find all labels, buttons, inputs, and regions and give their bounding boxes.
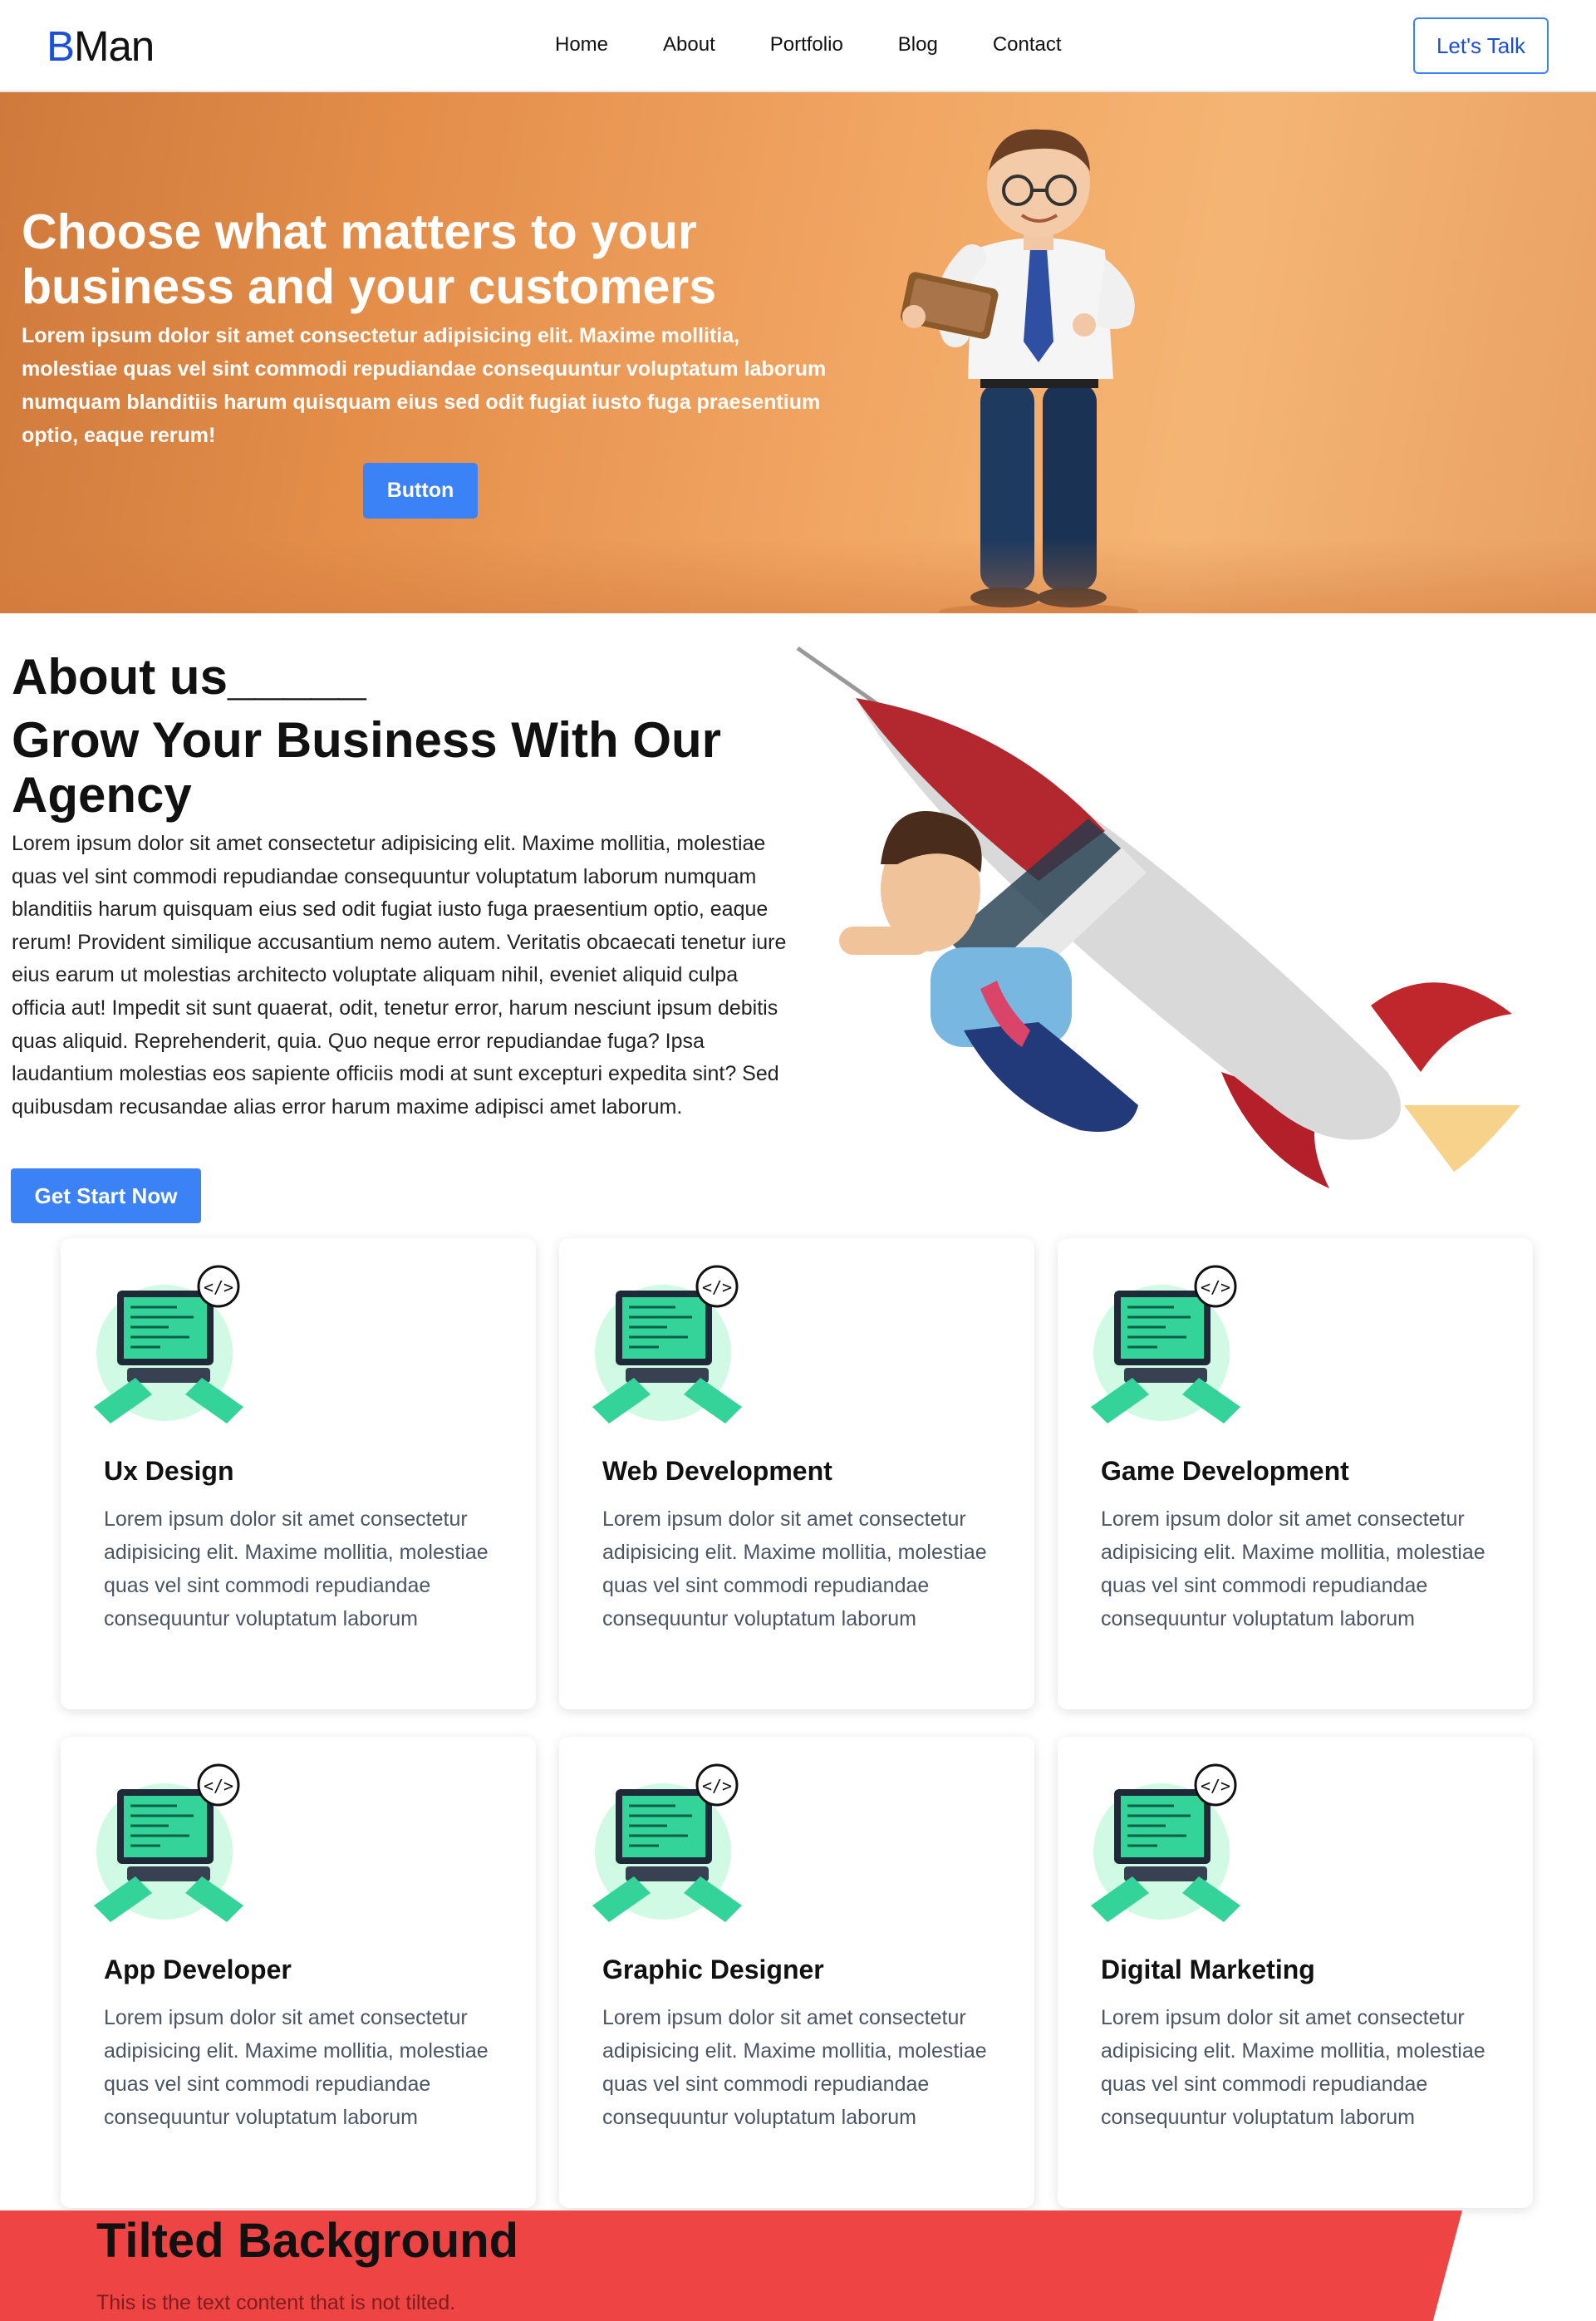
tilted-text: This is the text content that is not til… [96, 2291, 456, 2314]
service-title: Web Development [602, 1456, 832, 1486]
service-title: Ux Design [104, 1456, 234, 1486]
code-laptop-icon: </> [1091, 1763, 1240, 1922]
hero-title: Choose what matters to your business and… [22, 204, 717, 314]
about-heading: About us_____ [12, 649, 366, 705]
service-card-game-development[interactable]: </> Game Development Lorem ipsum dolor s… [1058, 1238, 1533, 1709]
about-text: Lorem ipsum dolor sit amet consectetur a… [12, 832, 787, 1119]
service-card-digital-marketing[interactable]: </> Digital Marketing Lorem ipsum dolor … [1058, 1737, 1533, 2208]
service-text: Lorem ipsum dolor sit amet consectetur a… [104, 1507, 489, 1630]
get-start-now-button[interactable]: Get Start Now [11, 1168, 201, 1223]
code-laptop-icon: </> [592, 1763, 742, 1922]
navbar: BMan Home About Portfolio Blog Contact L… [0, 0, 1596, 92]
svg-text:</>: </> [204, 1776, 233, 1796]
svg-text:</>: </> [1201, 1776, 1230, 1796]
logo-letter: B [47, 22, 75, 70]
svg-text:</>: </> [702, 1776, 732, 1796]
nav-link-about[interactable]: About [663, 33, 715, 57]
hero-section: Choose what matters to your business and… [0, 92, 1596, 613]
code-laptop-icon: </> [94, 1763, 243, 1922]
service-title: Game Development [1101, 1456, 1349, 1486]
service-text: Lorem ipsum dolor sit amet consectetur a… [602, 2006, 987, 2129]
nav-links: Home About Portfolio Blog Contact [555, 33, 1117, 57]
service-text: Lorem ipsum dolor sit amet consectetur a… [602, 1507, 987, 1630]
service-text: Lorem ipsum dolor sit amet consectetur a… [1101, 1507, 1486, 1630]
services-grid: </> Ux Design Lorem ipsum dolor sit amet… [61, 1238, 1535, 2210]
nav-link-home[interactable]: Home [555, 33, 608, 57]
hero-button[interactable]: Button [363, 463, 478, 519]
brand-logo[interactable]: BMan [47, 22, 155, 71]
service-card-graphic-designer[interactable]: </> Graphic Designer Lorem ipsum dolor s… [559, 1737, 1034, 2208]
code-laptop-icon: </> [1091, 1265, 1240, 1424]
svg-text:</>: </> [702, 1277, 732, 1297]
service-title: Digital Marketing [1101, 1955, 1315, 1984]
businessman-tablet-illustration [900, 129, 1138, 613]
service-title: Graphic Designer [602, 1955, 824, 1984]
service-text: Lorem ipsum dolor sit amet consectetur a… [104, 2006, 489, 2129]
man-riding-rocket-illustration [796, 646, 1520, 1188]
svg-text:</>: </> [1201, 1277, 1230, 1297]
lets-talk-button[interactable]: Let's Talk [1413, 17, 1549, 74]
hero-text: Lorem ipsum dolor sit amet consectetur a… [22, 324, 827, 447]
svg-text:</>: </> [204, 1277, 233, 1297]
service-text: Lorem ipsum dolor sit amet consectetur a… [1101, 2006, 1486, 2129]
service-card-app-developer[interactable]: </> App Developer Lorem ipsum dolor sit … [61, 1737, 536, 2208]
nav-link-contact[interactable]: Contact [993, 33, 1062, 57]
code-laptop-icon: </> [592, 1265, 742, 1424]
tilted-title: Tilted Background [96, 2214, 519, 2268]
code-laptop-icon: </> [94, 1265, 243, 1424]
service-title: App Developer [104, 1955, 292, 1984]
service-card-ux-design[interactable]: </> Ux Design Lorem ipsum dolor sit amet… [61, 1238, 536, 1709]
logo-text: Man [74, 22, 155, 70]
service-card-web-development[interactable]: </> Web Development Lorem ipsum dolor si… [559, 1238, 1034, 1709]
nav-link-portfolio[interactable]: Portfolio [770, 33, 843, 57]
nav-link-blog[interactable]: Blog [898, 33, 938, 57]
about-subtitle: Grow Your Business With Our Agency [12, 712, 722, 823]
